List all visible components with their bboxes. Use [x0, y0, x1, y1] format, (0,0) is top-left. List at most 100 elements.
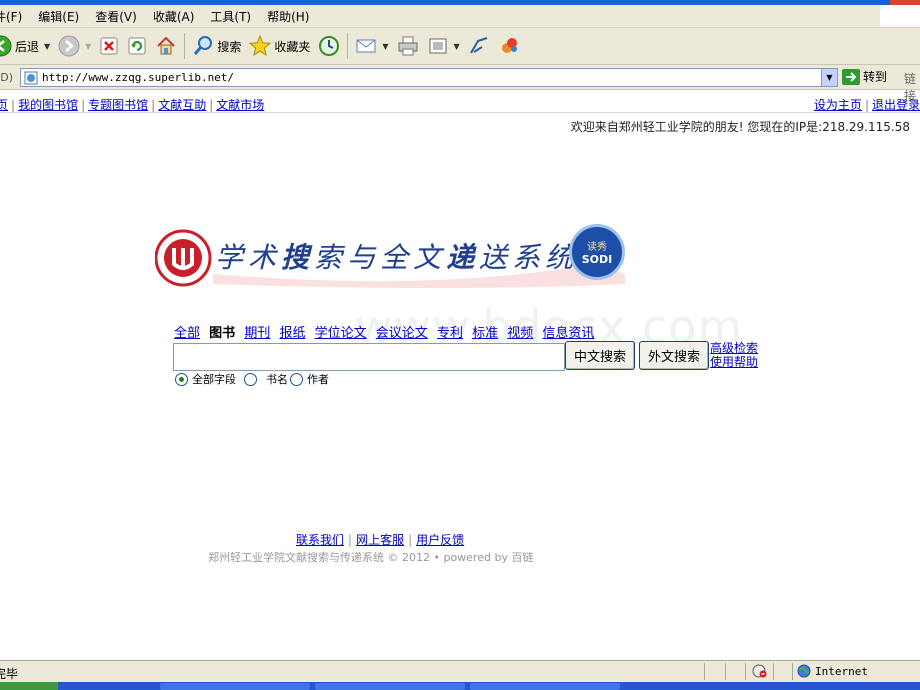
tab-all[interactable]: 全部	[174, 326, 200, 341]
toolbar: 后退 ▼ ▼ 搜索 收藏夹 ▼ ▼	[0, 28, 920, 65]
messenger-button[interactable]	[494, 31, 524, 61]
tab-theses[interactable]: 学位论文	[315, 326, 367, 341]
status-cell	[773, 663, 774, 680]
nav-link-doc-market[interactable]: 文献市场	[216, 98, 264, 112]
logo-title: 学 术 搜 索 与 全 文 递 送 系 统	[215, 236, 573, 276]
radio-title-label: 书名	[266, 373, 288, 386]
mail-button[interactable]: ▼	[351, 31, 392, 61]
nav-link-my-library[interactable]: 我的图书馆	[18, 98, 78, 112]
taskbar-item[interactable]	[470, 683, 620, 690]
address-input[interactable]: http://www.zzqg.superlib.net/ ▼	[20, 68, 838, 87]
menu-bar: 件(F) 编辑(E) 查看(V) 收藏(A) 工具(T) 帮助(H)	[0, 5, 920, 28]
discuss-icon	[468, 35, 490, 57]
tab-patents[interactable]: 专利	[437, 326, 463, 341]
taskbar-item[interactable]	[315, 683, 465, 690]
start-button[interactable]	[0, 682, 58, 690]
address-dropdown-icon[interactable]: ▼	[821, 69, 837, 86]
sodi-badge-text: SODI	[581, 253, 613, 266]
security-zone[interactable]: Internet	[797, 664, 868, 678]
logout-link[interactable]: 退出登录	[872, 98, 920, 112]
favorites-label: 收藏夹	[274, 39, 311, 54]
print-icon	[397, 35, 419, 57]
radio-all-fields[interactable]	[175, 372, 188, 386]
search-input[interactable]	[173, 343, 565, 371]
page-icon	[24, 71, 38, 85]
status-text: 完毕	[0, 667, 19, 681]
logo-char: 与	[347, 241, 376, 274]
search-side-links: 高级检索 使用帮助	[710, 341, 758, 369]
foreign-search-button[interactable]: 外文搜索	[639, 341, 709, 370]
footer-divider: |	[348, 533, 353, 547]
feedback-link[interactable]: 用户反馈	[416, 533, 464, 547]
go-button[interactable]: 转到	[842, 68, 887, 85]
tab-conference-papers[interactable]: 会议论文	[376, 326, 428, 341]
tab-books[interactable]: 图书	[209, 326, 235, 341]
favorites-button[interactable]: 收藏夹	[245, 31, 314, 61]
nav-link-home[interactable]: 页	[0, 98, 8, 112]
set-homepage-link[interactable]: 设为主页	[814, 98, 862, 112]
forward-button[interactable]: ▼	[54, 31, 95, 61]
tab-info[interactable]: 信息资讯	[542, 326, 594, 341]
refresh-button[interactable]	[123, 31, 151, 61]
tab-standards[interactable]: 标准	[472, 326, 498, 341]
stop-button[interactable]	[95, 31, 123, 61]
toolbar-separator	[184, 33, 186, 59]
search-button[interactable]: 搜索	[188, 31, 245, 61]
radio-title[interactable]	[244, 372, 257, 386]
mail-icon	[355, 35, 377, 57]
logo-char: 索	[314, 241, 343, 274]
home-button[interactable]	[151, 31, 181, 61]
search-label: 搜索	[217, 39, 242, 54]
status-bar: 完毕 Internet	[0, 660, 920, 683]
logo-char: 全	[380, 241, 409, 274]
nav-link-doc-exchange[interactable]: 文献互助	[158, 98, 206, 112]
windows-logo	[880, 5, 920, 27]
menu-edit[interactable]: 编辑(E)	[30, 8, 87, 25]
forward-dropdown-icon[interactable]: ▼	[85, 42, 91, 51]
site-nav: 页 | 我的图书馆 | 专题图书馆 | 文献互助 | 文献市场 设为主页 | 退出登录	[0, 94, 920, 112]
status-cell	[725, 663, 726, 680]
edit-button[interactable]: ▼	[423, 31, 464, 61]
tab-journals[interactable]: 期刊	[244, 326, 270, 341]
chinese-search-button[interactable]: 中文搜索	[565, 341, 635, 370]
contact-link[interactable]: 联系我们	[296, 533, 344, 547]
help-link[interactable]: 使用帮助	[710, 355, 758, 369]
tab-newspapers[interactable]: 报纸	[279, 326, 305, 341]
home-icon	[155, 35, 177, 57]
logo-char: 系	[512, 241, 541, 274]
discuss-button[interactable]	[464, 31, 494, 61]
tab-videos[interactable]: 视频	[507, 326, 533, 341]
menu-help[interactable]: 帮助(H)	[259, 8, 317, 25]
address-bar: (D) http://www.zzqg.superlib.net/ ▼ 转到 链…	[0, 65, 920, 103]
nav-divider: |	[151, 98, 156, 112]
site-nav-left: 页 | 我的图书馆 | 专题图书馆 | 文献互助 | 文献市场	[0, 96, 264, 113]
print-button[interactable]	[393, 31, 423, 61]
menu-file[interactable]: 件(F)	[0, 8, 30, 25]
search-field-options: 全部字段 书名 作者	[175, 371, 337, 387]
site-logo: 学 术 搜 索 与 全 文 递 送 系 统 读秀 SODI	[154, 222, 635, 294]
mail-dropdown-icon[interactable]: ▼	[382, 42, 388, 51]
back-dropdown-icon[interactable]: ▼	[44, 42, 50, 51]
edit-dropdown-icon[interactable]: ▼	[454, 42, 460, 51]
favorites-star-icon	[249, 35, 272, 57]
nav-link-topic-library[interactable]: 专题图书馆	[88, 98, 148, 112]
back-button[interactable]: 后退 ▼	[0, 31, 54, 61]
history-button[interactable]	[314, 31, 344, 61]
logo-char: 送	[479, 241, 508, 274]
university-seal-icon	[154, 229, 212, 287]
menu-view[interactable]: 查看(V)	[87, 8, 145, 25]
logo-char: 搜	[281, 241, 310, 274]
menu-tools[interactable]: 工具(T)	[202, 8, 259, 25]
radio-author-label: 作者	[307, 373, 329, 386]
footer-divider: |	[408, 533, 413, 547]
address-url: http://www.zzqg.superlib.net/	[42, 71, 235, 84]
search-tabs: 全部 图书 期刊 报纸 学位论文 会议论文 专利 标准 视频 信息资讯	[174, 322, 599, 341]
privacy-icon[interactable]	[752, 664, 768, 678]
footer-links: 联系我们 | 网上客服 | 用户反馈	[296, 531, 464, 548]
advanced-search-link[interactable]: 高级检索	[710, 341, 758, 355]
radio-author[interactable]	[290, 372, 303, 386]
taskbar-item[interactable]	[160, 683, 310, 690]
nav-divider: |	[81, 98, 86, 112]
menu-favorites[interactable]: 收藏(A)	[145, 8, 203, 25]
online-service-link[interactable]: 网上客服	[356, 533, 404, 547]
